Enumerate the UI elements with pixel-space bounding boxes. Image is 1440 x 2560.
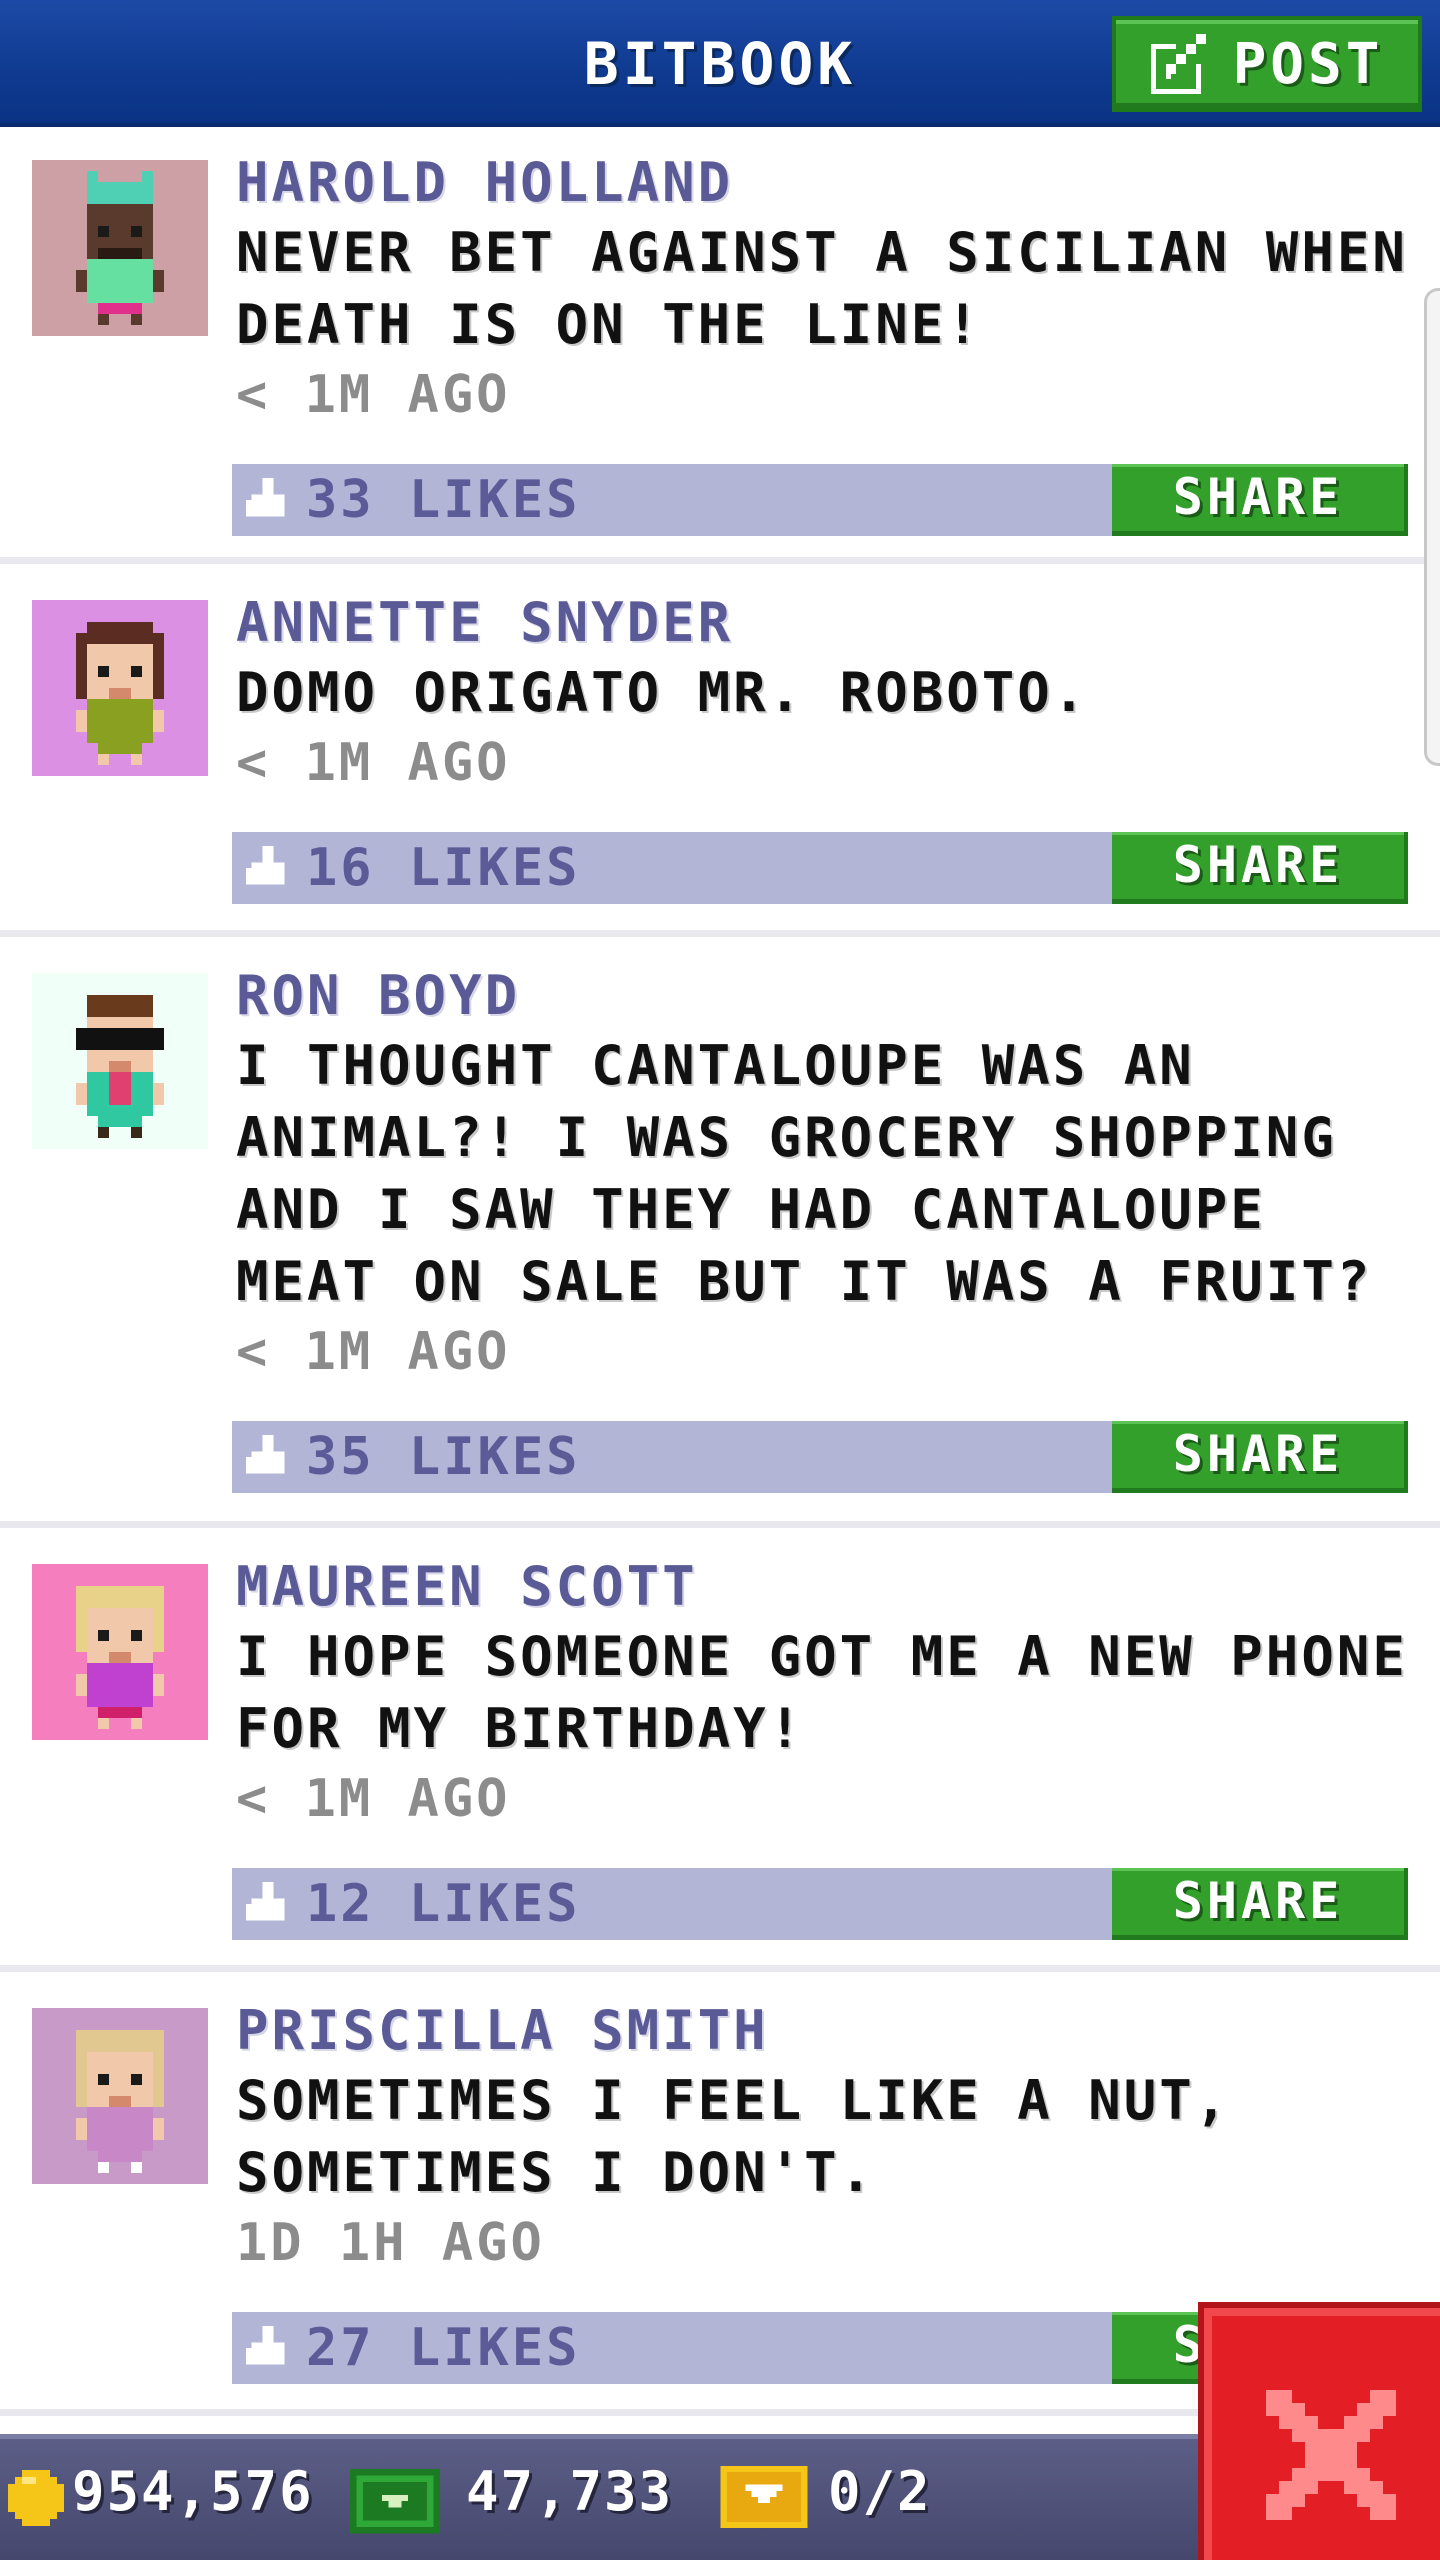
- like-count: 35 LIKES: [306, 1427, 581, 1487]
- like-bar: 35 LIKES SHARE: [232, 1421, 1408, 1493]
- header-bar: BITBOOK POST: [0, 0, 1440, 127]
- edit-icon: [1150, 34, 1206, 94]
- post-author[interactable]: RON BOYD: [236, 964, 520, 1027]
- share-button[interactable]: SHARE: [1112, 1868, 1408, 1940]
- post-author[interactable]: HAROLD HOLLAND: [236, 151, 733, 214]
- like-count: 12 LIKES: [306, 1874, 581, 1934]
- post-message: NEVER BET AGAINST A SICILIAN WHEN DEATH …: [236, 221, 1408, 356]
- avatar-annette-icon: [76, 622, 164, 765]
- post-time: 1D 1H AGO: [236, 2213, 545, 2273]
- like-count: 27 LIKES: [306, 2318, 581, 2378]
- share-button[interactable]: SHARE: [1112, 1421, 1408, 1493]
- coin-icon: [8, 2470, 64, 2526]
- thumbs-up-icon[interactable]: [246, 478, 290, 522]
- thumbs-up-icon[interactable]: [246, 1435, 290, 1479]
- avatar-maureen-icon: [76, 1586, 164, 1729]
- like-bar: 12 LIKES SHARE: [232, 1868, 1408, 1940]
- bitbook-screen: BITBOOK POST HAROLD HOLLAND NEVER BET AG…: [0, 0, 1440, 2560]
- post-message: DOMO ORIGATO MR. ROBOTO.: [236, 661, 1089, 724]
- avatar[interactable]: [32, 2008, 208, 2184]
- post-message: I THOUGHT CANTALOUPE WAS AN ANIMAL?! I W…: [236, 1034, 1373, 1313]
- post-author[interactable]: ANNETTE SNYDER: [236, 591, 733, 654]
- thumbs-up-icon[interactable]: [246, 2326, 290, 2370]
- post-message: SOMETIMES I FEEL LIKE A NUT, SOMETIMES I…: [236, 2069, 1231, 2204]
- like-count: 16 LIKES: [306, 838, 581, 898]
- avatar-priscilla-icon: [76, 2030, 164, 2173]
- post-card: MAUREEN SCOTT I HOPE SOMEONE GOT ME A NE…: [0, 1535, 1440, 1972]
- post-button-label: POST: [1232, 31, 1384, 97]
- avatar[interactable]: [32, 160, 208, 336]
- post-feed[interactable]: HAROLD HOLLAND NEVER BET AGAINST A SICIL…: [0, 131, 1440, 2431]
- coin-count: 954,576: [72, 2460, 314, 2523]
- post-time: < 1M AGO: [236, 1322, 511, 1382]
- close-icon: [1266, 2390, 1396, 2520]
- post-card: HAROLD HOLLAND NEVER BET AGAINST A SICIL…: [0, 131, 1440, 564]
- post-time: < 1M AGO: [236, 1769, 511, 1829]
- cash-icon: [350, 2469, 440, 2534]
- like-count: 33 LIKES: [306, 470, 581, 530]
- like-bar: 16 LIKES SHARE: [232, 832, 1408, 904]
- post-card: ANNETTE SNYDER DOMO ORIGATO MR. ROBOTO. …: [0, 571, 1440, 937]
- post-message: I HOPE SOMEONE GOT ME A NEW PHONE FOR MY…: [236, 1625, 1408, 1760]
- thumbs-up-icon[interactable]: [246, 1882, 290, 1926]
- share-button[interactable]: SHARE: [1112, 832, 1408, 904]
- post-button[interactable]: POST: [1112, 16, 1422, 112]
- like-bar: 33 LIKES SHARE: [232, 464, 1408, 536]
- scrollbar[interactable]: [1424, 288, 1440, 766]
- close-button[interactable]: [1198, 2302, 1440, 2560]
- avatar-ron-icon: [76, 995, 164, 1138]
- post-author[interactable]: MAUREEN SCOTT: [236, 1555, 698, 1618]
- share-button[interactable]: SHARE: [1112, 464, 1408, 536]
- cash-count: 47,733: [466, 2460, 674, 2523]
- post-time: < 1M AGO: [236, 733, 511, 793]
- thumbs-up-icon[interactable]: [246, 846, 290, 890]
- avatar[interactable]: [32, 1564, 208, 1740]
- avatar-harold-icon: [76, 171, 164, 325]
- post-time: < 1M AGO: [236, 365, 511, 425]
- post-author[interactable]: PRISCILLA SMITH: [236, 1999, 769, 2062]
- ticket-icon: [720, 2466, 808, 2528]
- post-card: RON BOYD I THOUGHT CANTALOUPE WAS AN ANI…: [0, 944, 1440, 1528]
- avatar[interactable]: [32, 600, 208, 776]
- ticket-count: 0/2: [828, 2460, 932, 2523]
- avatar[interactable]: [32, 973, 208, 1149]
